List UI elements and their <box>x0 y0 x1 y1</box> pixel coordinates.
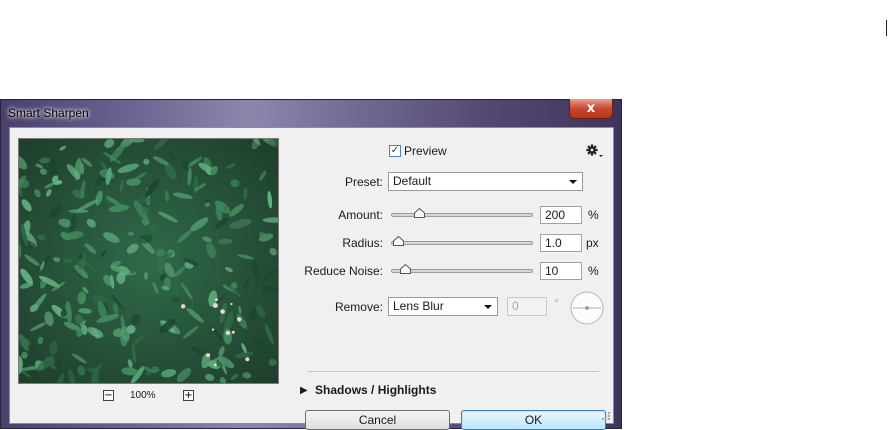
amount-slider-thumb[interactable] <box>414 208 426 218</box>
plus-icon: + <box>184 390 193 401</box>
preset-value: Default <box>393 174 432 188</box>
settings-menu-button[interactable] <box>586 143 604 159</box>
checkmark-icon: ✓ <box>390 145 400 156</box>
close-button[interactable]: x <box>569 99 613 119</box>
dialog-title: Smart Sharpen <box>8 106 89 120</box>
zoom-controls: − 100% + <box>10 387 288 405</box>
preset-label: Preset: <box>344 175 383 189</box>
reduce-noise-slider-track[interactable] <box>391 269 533 273</box>
chevron-down-icon <box>569 180 577 184</box>
radius-slider-track[interactable] <box>391 241 533 245</box>
preset-dropdown[interactable]: Default <box>388 172 583 191</box>
gear-icon <box>586 144 603 157</box>
close-icon: x <box>586 101 596 116</box>
shadows-highlights-label: Shadows / Highlights <box>315 383 437 397</box>
smart-sharpen-dialog: Smart Sharpen x − 100% + ✓ Preview Prese… <box>0 99 622 430</box>
cancel-button[interactable]: Cancel <box>305 410 450 430</box>
resize-grip-icon[interactable] <box>601 411 611 421</box>
minus-icon: − <box>104 390 113 401</box>
amount-unit: % <box>588 208 599 222</box>
remove-dropdown[interactable]: Lens Blur <box>388 297 498 316</box>
section-divider <box>307 371 599 372</box>
angle-unit: ° <box>554 296 559 310</box>
angle-dial-icon <box>570 291 604 325</box>
angle-input[interactable]: 0 <box>507 297 547 316</box>
chevron-down-icon <box>484 305 492 309</box>
preview-image[interactable] <box>18 138 279 384</box>
foliage-image <box>19 139 278 383</box>
preview-checkbox[interactable]: ✓ <box>389 145 401 157</box>
amount-slider-track[interactable] <box>391 213 533 217</box>
preview-label: Preview <box>404 144 447 158</box>
radius-input[interactable]: 1.0 <box>540 234 582 252</box>
reduce-noise-input[interactable]: 10 <box>540 262 582 280</box>
window-edge-mark <box>886 20 887 36</box>
dialog-body: − 100% + ✓ Preview Preset: Default Amoun… <box>9 127 614 430</box>
shadows-highlights-toggle[interactable]: ▶ Shadows / Highlights <box>300 383 436 399</box>
radius-slider-thumb[interactable] <box>393 236 405 246</box>
reduce-noise-slider-thumb[interactable] <box>400 264 412 274</box>
radius-label: Radius: <box>342 236 383 250</box>
amount-input[interactable]: 200 <box>540 206 582 224</box>
zoom-in-button[interactable]: + <box>183 390 194 401</box>
disclosure-arrow-icon: ▶ <box>300 385 308 396</box>
angle-dial[interactable] <box>570 291 604 325</box>
remove-value: Lens Blur <box>393 299 444 313</box>
ok-button[interactable]: OK <box>461 410 606 430</box>
radius-unit: px <box>586 236 599 250</box>
reduce-noise-label: Reduce Noise: <box>304 264 383 278</box>
remove-label: Remove: <box>334 300 383 314</box>
reduce-noise-unit: % <box>588 264 599 278</box>
zoom-level: 100% <box>130 390 156 401</box>
amount-label: Amount: <box>338 208 383 222</box>
zoom-out-button[interactable]: − <box>103 390 114 401</box>
